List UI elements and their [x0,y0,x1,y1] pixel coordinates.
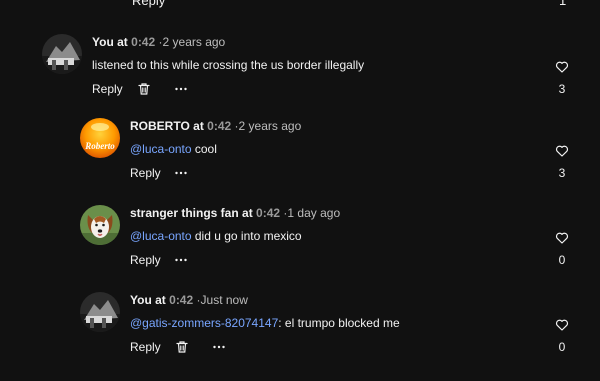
avatar[interactable] [80,292,120,332]
orange-logo-avatar: Roberto [80,118,120,158]
comment-text: @gatis-zommers-82074147: el trumpo block… [130,315,400,331]
author-name[interactable]: You [130,293,152,307]
mention-link[interactable]: @gatis-zommers-82074147 [130,316,278,330]
comment-text-after: : el trumpo blocked me [278,316,400,330]
like-count: 1 [559,0,567,8]
comment-header: You at 0:42 ·2 years ago [92,34,225,50]
posted-time: 2 years ago [162,35,226,49]
reply-button[interactable]: Reply [92,80,123,98]
mention-link[interactable]: @luca-onto [130,142,192,156]
comment-header: ROBERTO at 0:42 ·2 years ago [130,118,301,134]
timestamp-link[interactable]: 0:42 [256,206,280,220]
more-horizontal-icon[interactable] [174,166,188,180]
comment-text-after: cool [191,142,217,156]
avatar[interactable] [80,205,120,245]
at-word: at [193,119,204,133]
at-word: at [242,206,253,220]
like-count: 3 [558,166,566,180]
like-count: 0 [558,340,566,354]
comment: stranger things fan at 0:42 ·1 day ago @… [0,205,600,291]
heart-outline-icon[interactable] [555,60,569,74]
reply-button[interactable]: Reply [130,251,161,269]
comment-header: stranger things fan at 0:42 ·1 day ago [130,205,340,221]
heart-outline-icon[interactable] [555,144,569,158]
posted-time: Just now [200,293,248,307]
timestamp-link[interactable]: 0:42 [169,293,193,307]
avatar[interactable] [42,34,82,74]
comment-text: listened to this while crossing the us b… [92,57,364,73]
comment: You at 0:42 ·2 years ago listened to thi… [0,34,600,120]
comment: Roberto ROBERTO at 0:42 ·2 years ago @lu… [0,118,600,204]
comment-text-before: listened to this while crossing the us b… [92,58,365,72]
author-name[interactable]: ROBERTO [130,119,190,133]
grayscale-photo-avatar [80,292,120,332]
posted-time: 1 day ago [287,206,341,220]
avatar-lettering: Roberto [84,141,115,151]
trash-icon[interactable] [137,82,151,96]
like-count: 0 [558,253,566,267]
trash-icon[interactable] [175,340,189,354]
heart-outline-icon[interactable] [555,318,569,332]
dog-photo-avatar [80,205,120,245]
timestamp-link[interactable]: 0:42 [131,35,155,49]
more-horizontal-icon[interactable] [174,253,188,267]
grayscale-photo-avatar [42,34,82,74]
more-horizontal-icon[interactable] [212,340,226,354]
reply-button[interactable]: Reply [132,0,165,8]
previous-comment-actions: Reply 1 [0,0,600,8]
avatar[interactable]: Roberto [80,118,120,158]
timestamp-link[interactable]: 0:42 [207,119,231,133]
comment-header: You at 0:42 ·Just now [130,292,248,308]
comment: You at 0:42 ·Just now @gatis-zommers-820… [0,292,600,378]
more-horizontal-icon[interactable] [174,82,188,96]
at-word: at [155,293,166,307]
reply-button[interactable]: Reply [130,338,161,356]
author-name[interactable]: You [92,35,114,49]
posted-time: 2 years ago [238,119,302,133]
comment-text: @luca-onto did u go into mexico [130,228,302,244]
at-word: at [117,35,128,49]
mention-link[interactable]: @luca-onto [130,229,192,243]
comment-text-after: did u go into mexico [191,229,302,243]
heart-outline-icon[interactable] [555,231,569,245]
reply-button[interactable]: Reply [130,164,161,182]
comment-text: @luca-onto cool [130,141,217,157]
author-name[interactable]: stranger things fan [130,206,239,220]
like-count: 3 [558,82,566,96]
